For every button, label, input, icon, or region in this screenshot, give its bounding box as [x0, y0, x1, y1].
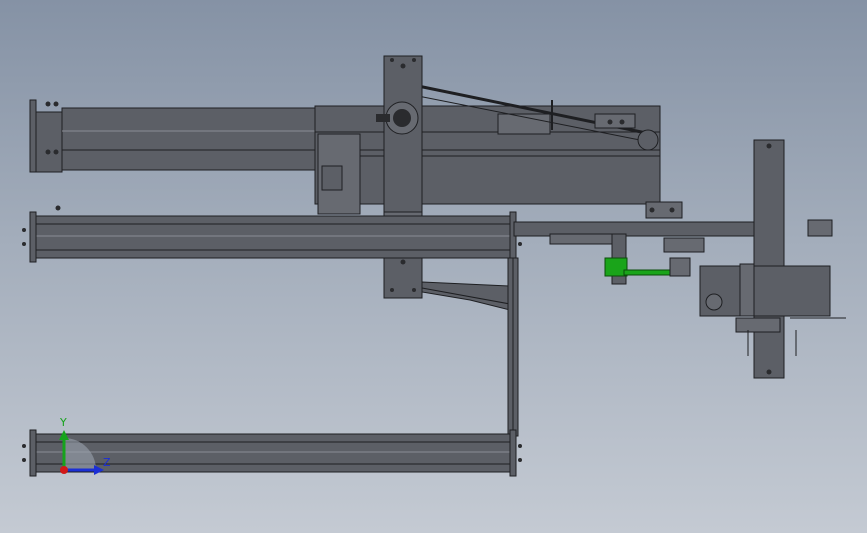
z-axis-label: Z — [103, 456, 111, 469]
upper-arm — [29, 99, 323, 173]
right-vertical-frame — [699, 139, 846, 379]
cad-viewport[interactable]: Y Z — [0, 0, 867, 533]
middle-i-beam — [22, 205, 522, 263]
x-axis-origin — [60, 466, 68, 474]
column-bracket — [421, 281, 511, 311]
vertical-post — [507, 257, 519, 437]
upper-arm-end-flange — [33, 111, 63, 173]
y-axis-label: Y — [59, 416, 67, 429]
machine-drawing: Y Z — [22, 55, 846, 477]
